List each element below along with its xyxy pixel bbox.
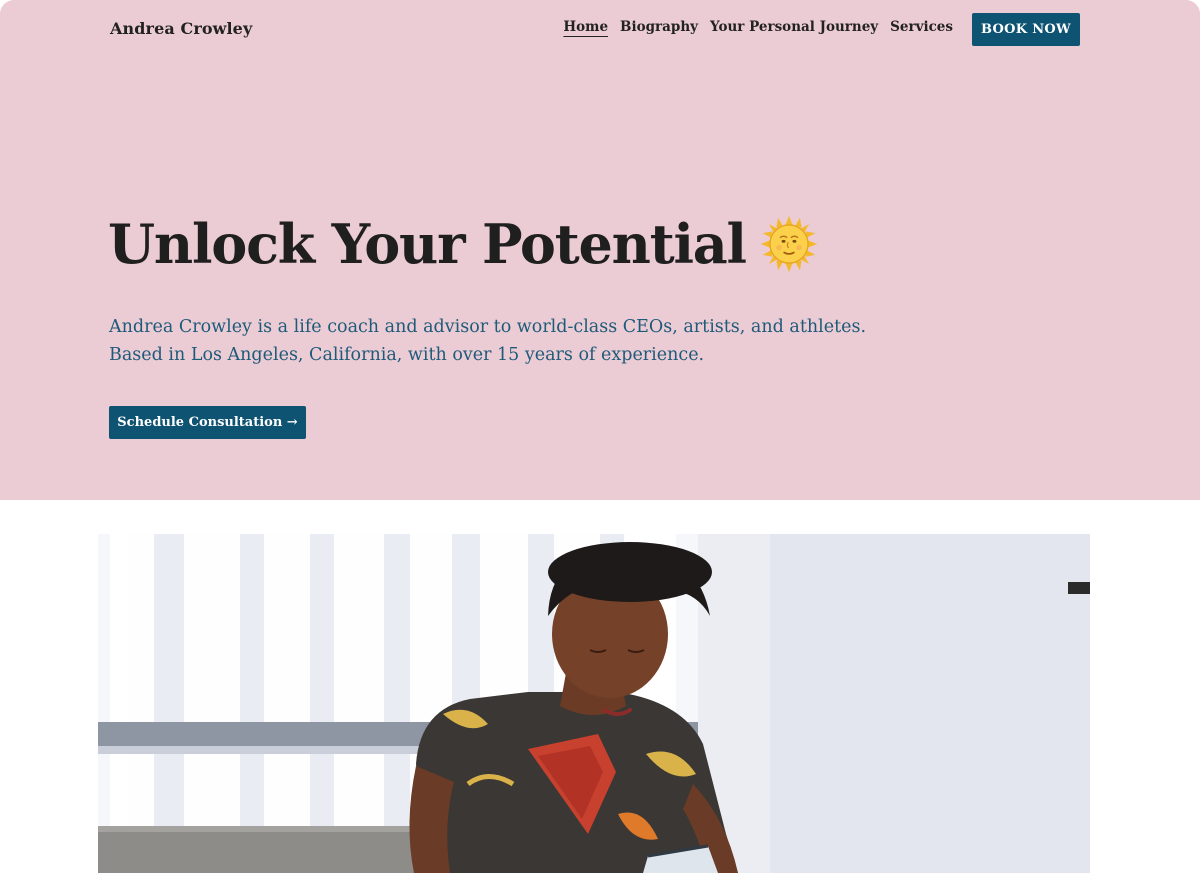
nav-item-services[interactable]: Services bbox=[890, 19, 953, 35]
woman-reading-photo bbox=[98, 534, 1090, 873]
page: Andrea Crowley Home Biography Your Perso… bbox=[0, 0, 1200, 873]
nav-item-home[interactable]: Home bbox=[563, 19, 608, 35]
page-title: Unlock Your Potential bbox=[108, 212, 747, 276]
sun-with-face-icon bbox=[760, 215, 817, 273]
book-now-button[interactable]: BOOK NOW bbox=[972, 13, 1080, 46]
nav-item-biography[interactable]: Biography bbox=[620, 19, 698, 35]
hero-section: Andrea Crowley Home Biography Your Perso… bbox=[0, 0, 1200, 500]
site-logo-text[interactable]: Andrea Crowley bbox=[110, 19, 252, 38]
schedule-consultation-button[interactable]: Schedule Consultation → bbox=[109, 406, 306, 439]
hero-subtitle-line-2: Based in Los Angeles, California, with o… bbox=[109, 345, 705, 365]
headline-row: Unlock Your Potential bbox=[108, 212, 818, 276]
main-nav: Home Biography Your Personal Journey Ser… bbox=[563, 19, 953, 35]
nav-item-personal-journey[interactable]: Your Personal Journey bbox=[710, 19, 878, 35]
hero-subtitle-line-1: Andrea Crowley is a life coach and advis… bbox=[109, 317, 867, 337]
photo-illustration bbox=[98, 534, 1090, 873]
hero-subtitle: Andrea Crowley is a life coach and advis… bbox=[109, 313, 929, 369]
